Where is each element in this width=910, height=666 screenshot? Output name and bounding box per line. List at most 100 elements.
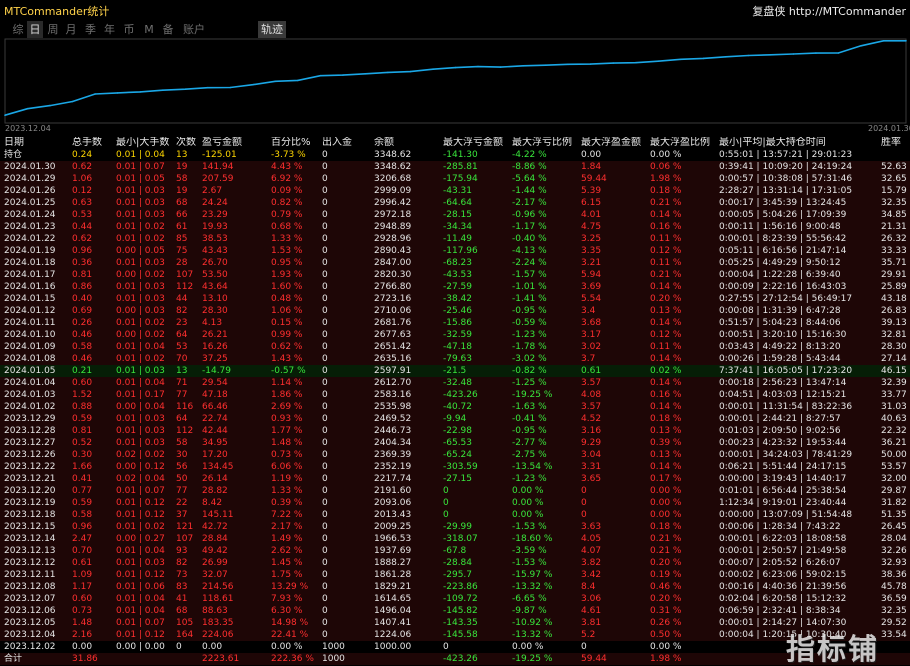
- cell-fp: 3.17: [581, 330, 602, 340]
- cell-pnl: 47.18: [202, 390, 228, 400]
- table-row[interactable]: 2023.12.20 0.77 0.01 | 0.07 77 28.82 1.33 % 0 2…: [0, 485, 910, 497]
- table-row[interactable]: 2024.01.23 0.44 0.01 | 0.02 61 19.93 0.68 % 0 2…: [0, 221, 910, 233]
- table-row[interactable]: 2023.12.05 1.48 0.01 | 0.07 105 183.35 14.98 …: [0, 617, 910, 629]
- table-row[interactable]: 2024.01.05 0.21 0.01 | 0.03 13 -14.79 -0.57 %…: [0, 365, 910, 377]
- cell-time: 0:05:25 | 4:49:29 | 9:50:12: [719, 258, 841, 268]
- tab-2[interactable]: 周: [45, 21, 61, 38]
- table-row[interactable]: 2024.01.16 0.86 0.01 | 0.03 112 43.64 1.60 % 0…: [0, 281, 910, 293]
- cell-date: 2024.01.26: [4, 186, 56, 196]
- cell-n: 64: [176, 414, 188, 424]
- table-row[interactable]: 2024.01.08 0.46 0.01 | 0.02 70 37.25 1.43 % 0 2…: [0, 353, 910, 365]
- cell-fpp: 0.16 %: [650, 390, 682, 400]
- table-row[interactable]: 2023.12.08 1.17 0.01 | 0.06 83 214.56 13.29 %…: [0, 581, 910, 593]
- cell-fpp: 0.18 %: [650, 522, 682, 532]
- cell-date: 2023.12.04: [4, 630, 56, 640]
- tab-0[interactable]: 综: [10, 21, 26, 38]
- column-header-9[interactable]: 最大浮亏比例: [512, 137, 572, 149]
- tab-6[interactable]: 币: [120, 21, 138, 38]
- table-row[interactable]: 2024.01.24 0.53 0.01 | 0.03 66 23.29 0.79 % 0 2…: [0, 209, 910, 221]
- table-row[interactable]: 2024.01.18 0.36 0.01 | 0.03 28 26.70 0.95 % 0 2…: [0, 257, 910, 269]
- cell-pnl: 207.59: [202, 174, 234, 184]
- column-header-4[interactable]: 盈亏金额: [202, 137, 242, 149]
- table-row[interactable]: 2023.12.04 2.16 0.01 | 0.12 164 224.06 22.41 …: [0, 629, 910, 641]
- table-row[interactable]: 2023.12.12 0.61 0.01 | 0.03 82 26.99 1.45 % 0 1…: [0, 557, 910, 569]
- cell-lots: 0.52: [72, 438, 93, 448]
- table-row[interactable]: 2024.01.12 0.69 0.00 | 0.03 82 28.30 1.06 % 0 2…: [0, 305, 910, 317]
- table-row[interactable]: 2023.12.11 1.09 0.01 | 0.12 73 32.07 1.75 % 0 1…: [0, 569, 910, 581]
- column-header-6[interactable]: 出入金: [322, 137, 352, 149]
- column-header-0[interactable]: 日期: [4, 137, 24, 149]
- table-row[interactable]: 2024.01.15 0.40 0.01 | 0.03 44 13.10 0.48 % 0 2…: [0, 293, 910, 305]
- tab-9[interactable]: 账户: [180, 21, 208, 38]
- cell-time: 0:00:01 | 34:24:03 | 78:41:29: [719, 450, 853, 460]
- column-header-7[interactable]: 余额: [374, 137, 394, 149]
- table-row[interactable]: 2023.12.07 0.60 0.01 | 0.04 41 118.61 7.93 % 0…: [0, 593, 910, 605]
- table-row[interactable]: 2024.01.19 0.96 0.00 | 0.05 75 43.43 1.53 % 0 2…: [0, 245, 910, 257]
- column-header-10[interactable]: 最大浮盈金额: [581, 137, 641, 149]
- table-row[interactable]: 2023.12.14 2.47 0.00 | 0.27 107 28.84 1.49 % 0…: [0, 533, 910, 545]
- table-row[interactable]: 2024.01.09 0.58 0.01 | 0.04 53 16.26 0.62 % 0 2…: [0, 341, 910, 353]
- cell-minmax: 0.01 | 0.17: [116, 390, 165, 400]
- cell-pnl: 118.61: [202, 594, 234, 604]
- cell-n: 56: [176, 462, 188, 472]
- tab-7[interactable]: M: [141, 21, 157, 38]
- tab-4[interactable]: 季: [82, 21, 99, 38]
- cell-pct: 222.36 %: [271, 654, 314, 664]
- cell-lots: 0.62: [72, 162, 93, 172]
- table-row[interactable]: 2024.01.26 0.12 0.01 | 0.03 19 2.67 0.09 % 0 29…: [0, 185, 910, 197]
- cell-io: 0: [322, 534, 328, 544]
- column-header-5[interactable]: 百分比%: [271, 137, 311, 149]
- tab-5[interactable]: 年: [101, 21, 118, 38]
- tab-3[interactable]: 月: [63, 21, 79, 38]
- table-row[interactable]: 2023.12.02 0.00 0.00 | 0.00 0 0.00 0.00 % 1000…: [0, 641, 910, 653]
- table-row[interactable]: 2024.01.10 0.46 0.00 | 0.02 64 26.21 0.99 % 0 2…: [0, 329, 910, 341]
- cell-flp: -2.77 %: [512, 438, 547, 448]
- table-row[interactable]: 2023.12.19 0.59 0.01 | 0.12 22 8.42 0.39 % 0 20…: [0, 497, 910, 509]
- table-row[interactable]: 2023.12.26 0.30 0.02 | 0.02 30 17.20 0.73 % 0 2…: [0, 449, 910, 461]
- table-row[interactable]: 2023.12.18 0.58 0.01 | 0.12 37 145.11 7.22 % 0…: [0, 509, 910, 521]
- cell-fl: -11.49: [443, 234, 473, 244]
- column-header-3[interactable]: 次数: [176, 137, 196, 149]
- table-row[interactable]: 2023.12.06 0.73 0.01 | 0.04 68 88.63 6.30 % 0 1…: [0, 605, 910, 617]
- table-row[interactable]: 2023.12.21 0.41 0.02 | 0.04 50 26.14 1.19 % 0 2…: [0, 473, 910, 485]
- cell-pnl: 26.99: [202, 558, 228, 568]
- cell-pnl: 0.00: [202, 642, 223, 652]
- positions-row[interactable]: 持仓 0.24 0.01 | 0.04 13 -125.01 -3.73 % 0 3348.6…: [0, 149, 910, 161]
- cell-fp: 0: [581, 486, 587, 496]
- table-row[interactable]: 2024.01.11 0.26 0.01 | 0.02 23 4.13 0.15 % 0 26…: [0, 317, 910, 329]
- cell-time: 0:51:57 | 5:04:23 | 8:44:06: [719, 318, 841, 328]
- column-header-13[interactable]: 胜率: [881, 137, 901, 149]
- table-row[interactable]: 2023.12.13 0.70 0.01 | 0.04 93 49.42 2.62 % 0 1…: [0, 545, 910, 557]
- table-row[interactable]: 2024.01.25 0.63 0.01 | 0.03 68 24.24 0.82 % 0 2…: [0, 197, 910, 209]
- cell-fpp: 0.21 %: [650, 198, 682, 208]
- table-row[interactable]: 2024.01.04 0.60 0.01 | 0.04 71 29.54 1.14 % 0 2…: [0, 377, 910, 389]
- cell-fp: 8.4: [581, 582, 596, 592]
- table-row[interactable]: 2023.12.28 0.81 0.01 | 0.03 112 42.44 1.77 % 0…: [0, 425, 910, 437]
- table-row[interactable]: 2024.01.29 1.06 0.01 | 0.05 58 207.59 6.92 % 0…: [0, 173, 910, 185]
- table-row[interactable]: 2024.01.17 0.81 0.00 | 0.02 107 53.50 1.93 % 0…: [0, 269, 910, 281]
- column-header-2[interactable]: 最小|大手数: [116, 137, 169, 149]
- tab-8[interactable]: 备: [159, 21, 177, 38]
- table-row[interactable]: 2023.12.27 0.52 0.01 | 0.03 58 34.95 1.48 % 0 2…: [0, 437, 910, 449]
- equity-point: [567, 63, 569, 66]
- column-header-11[interactable]: 最大浮盈比例: [650, 137, 710, 149]
- table-row[interactable]: 2023.12.29 0.59 0.01 | 0.03 64 22.74 0.93 % 0 2…: [0, 413, 910, 425]
- column-header-1[interactable]: 总手数: [72, 137, 102, 149]
- table-row[interactable]: 2024.01.03 1.52 0.01 | 0.17 77 47.18 1.86 % 0 2…: [0, 389, 910, 401]
- table-row[interactable]: 2024.01.30 0.62 0.01 | 0.07 19 141.94 4.43 % 0…: [0, 161, 910, 173]
- column-header-8[interactable]: 最大浮亏金额: [443, 137, 503, 149]
- cell-time: 0:00:05 | 5:04:26 | 17:09:39: [719, 210, 847, 220]
- column-header-12[interactable]: 最小|平均|最大持仓时间: [719, 137, 826, 149]
- table-row[interactable]: 2024.01.22 0.62 0.01 | 0.02 85 38.53 1.33 % 0 2…: [0, 233, 910, 245]
- track-button[interactable]: 轨迹: [258, 21, 286, 38]
- cell-pnl: -14.79: [202, 366, 232, 376]
- tab-1[interactable]: 日: [27, 21, 43, 38]
- cell-minmax: 0.01 | 0.04: [116, 594, 165, 604]
- table-row[interactable]: 2024.01.02 0.88 0.00 | 0.04 116 66.46 2.69 % 0…: [0, 401, 910, 413]
- table-row[interactable]: 2023.12.22 1.66 0.00 | 0.12 56 134.45 6.06 % 0…: [0, 461, 910, 473]
- total-row[interactable]: 合计 31.86 2223.61 222.36 % 1000 -423.26 -19.25 …: [0, 653, 910, 665]
- cell-fp: 3.81: [581, 618, 602, 628]
- brand-link[interactable]: 复盘侠 http://MTCommander: [752, 3, 906, 19]
- table-row[interactable]: 2023.12.15 0.96 0.01 | 0.02 121 42.72 2.17 % 0…: [0, 521, 910, 533]
- cell-fpp: 0.16 %: [650, 222, 682, 232]
